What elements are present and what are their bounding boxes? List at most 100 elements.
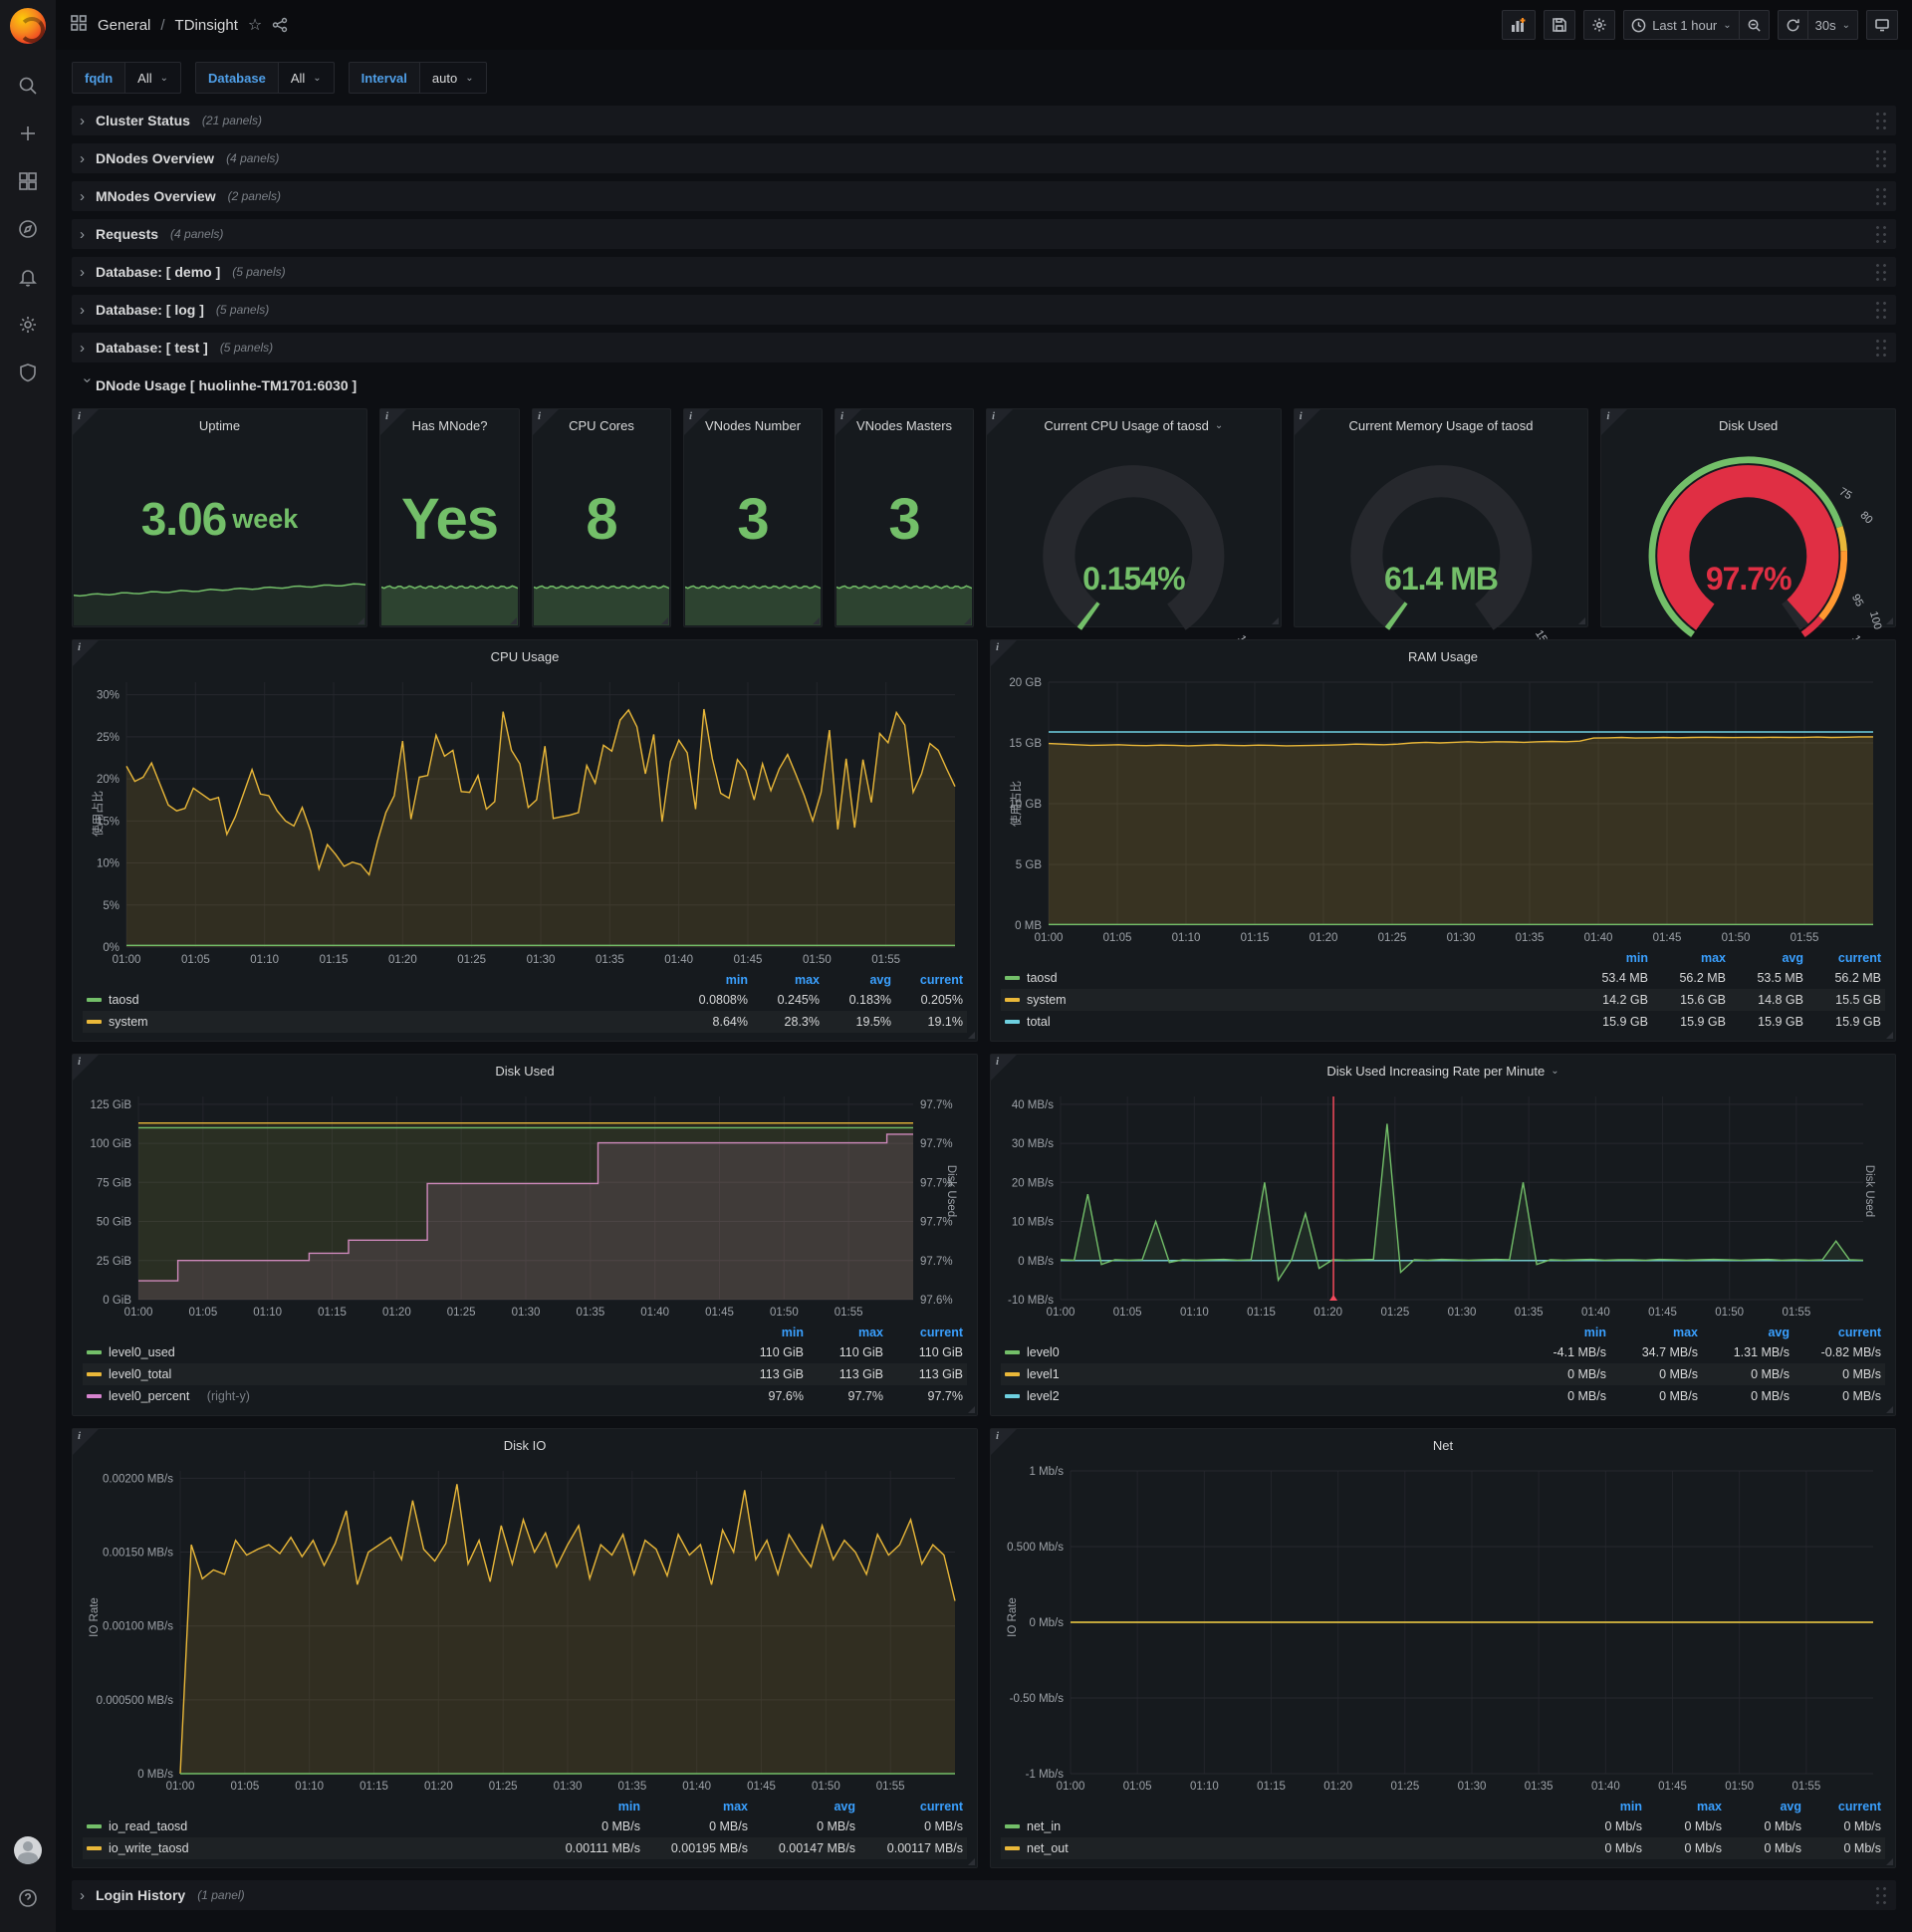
legend-series-name[interactable]: net_in xyxy=(1001,1815,1566,1837)
configuration-gear-icon[interactable] xyxy=(8,305,48,345)
row-drag-handle[interactable] xyxy=(1874,148,1888,168)
series-color-swatch[interactable] xyxy=(87,1394,102,1398)
row-drag-handle[interactable] xyxy=(1874,300,1888,320)
chart-plot[interactable]: Disk Used 01:00 01:05 01:10 01:15 01:20 01:25… xyxy=(79,1087,971,1322)
legend-header[interactable]: min xyxy=(1566,1798,1646,1815)
legend-series-name[interactable]: io_read_taosd xyxy=(83,1815,537,1837)
series-color-swatch[interactable] xyxy=(87,1372,102,1376)
panel-title[interactable]: Disk IO xyxy=(73,1429,977,1461)
legend-series-name[interactable]: system xyxy=(1001,989,1574,1011)
dashboards-icon[interactable] xyxy=(8,161,48,201)
explore-compass-icon[interactable] xyxy=(8,209,48,249)
legend-header[interactable]: current xyxy=(1805,1798,1885,1815)
refresh-interval-picker[interactable]: 30s ⌄ xyxy=(1806,10,1858,40)
refresh-button[interactable] xyxy=(1777,10,1807,40)
breadcrumb-section[interactable]: General xyxy=(98,17,150,34)
chart-plot[interactable]: Disk Used 01:00 01:05 01:10 01:15 01:20 01:25… xyxy=(997,1087,1889,1322)
chart-plot[interactable]: IO Rate 01:00 01:05 01:10 01:15 01:20 01:25 01… xyxy=(79,1461,971,1796)
dashboard-row[interactable]: › Database: [ log ] (5 panels) xyxy=(72,295,1896,325)
alerting-bell-icon[interactable] xyxy=(8,257,48,297)
dashboard-row[interactable]: › Requests (4 panels) xyxy=(72,219,1896,249)
row-drag-handle[interactable] xyxy=(1874,1885,1888,1905)
series-color-swatch[interactable] xyxy=(1005,1846,1020,1850)
panel-title[interactable]: Disk Used xyxy=(1601,409,1895,441)
chart-plot[interactable]: 使用占比 01:00 01:05 01:10 01:15 01:20 01:25 01:30… xyxy=(79,672,971,969)
panel-title[interactable]: RAM Usage xyxy=(991,640,1895,672)
series-color-swatch[interactable] xyxy=(1005,1020,1020,1024)
row-dnode-usage[interactable]: › DNode Usage [ huolinhe-TM1701:6030 ] xyxy=(72,370,1896,400)
cycle-view-mode-button[interactable] xyxy=(1866,10,1898,40)
legend-header[interactable]: max xyxy=(1652,949,1730,967)
series-color-swatch[interactable] xyxy=(87,1846,102,1850)
panel-title[interactable]: Disk Used xyxy=(73,1055,977,1087)
series-color-swatch[interactable] xyxy=(1005,1372,1020,1376)
legend-header[interactable]: current xyxy=(1807,949,1885,967)
star-icon[interactable]: ☆ xyxy=(248,15,262,35)
time-range-picker[interactable]: Last 1 hour ⌄ xyxy=(1623,10,1739,40)
legend-series-name[interactable]: level0_total xyxy=(83,1363,728,1385)
zoom-out-time-button[interactable] xyxy=(1738,10,1770,40)
legend-series-name[interactable]: level0_percent (right-y) xyxy=(83,1385,728,1407)
series-color-swatch[interactable] xyxy=(1005,998,1020,1002)
legend-series-name[interactable]: taosd xyxy=(1001,967,1574,989)
series-color-swatch[interactable] xyxy=(1005,1824,1020,1828)
legend-header[interactable]: min xyxy=(537,1798,644,1815)
series-color-swatch[interactable] xyxy=(1005,1350,1020,1354)
dashboard-settings-button[interactable] xyxy=(1583,10,1616,40)
legend-header[interactable]: max xyxy=(1610,1324,1702,1341)
legend-header[interactable]: current xyxy=(1793,1324,1885,1341)
admin-shield-icon[interactable] xyxy=(8,353,48,392)
series-color-swatch[interactable] xyxy=(87,998,102,1002)
panel-title[interactable]: Net xyxy=(991,1429,1895,1461)
panel-title[interactable]: Has MNode? xyxy=(380,409,519,441)
chart-plot[interactable]: 使用占比 01:00 01:05 01:10 01:15 01:20 01:25 01:30… xyxy=(997,672,1889,947)
legend-series-name[interactable]: level0 xyxy=(1001,1341,1519,1363)
dashboard-row[interactable]: › Cluster Status (21 panels) xyxy=(72,106,1896,135)
legend-header[interactable]: avg xyxy=(1730,949,1807,967)
row-drag-handle[interactable] xyxy=(1874,262,1888,282)
grafana-logo[interactable] xyxy=(10,8,46,44)
legend-series-name[interactable]: taosd xyxy=(83,989,680,1011)
legend-series-name[interactable]: level2 xyxy=(1001,1385,1519,1407)
series-color-swatch[interactable] xyxy=(87,1824,102,1828)
legend-header[interactable]: current xyxy=(887,1324,967,1341)
row-drag-handle[interactable] xyxy=(1874,111,1888,130)
legend-header[interactable]: avg xyxy=(1726,1798,1805,1815)
dashboard-row[interactable]: › DNodes Overview (4 panels) xyxy=(72,143,1896,173)
legend-header[interactable]: max xyxy=(808,1324,887,1341)
breadcrumb-dashboard-title[interactable]: TDinsight xyxy=(175,17,238,34)
legend-header[interactable]: current xyxy=(859,1798,967,1815)
legend-header[interactable]: min xyxy=(1519,1324,1610,1341)
save-dashboard-button[interactable] xyxy=(1544,10,1576,40)
panel-title[interactable]: CPU Cores xyxy=(533,409,670,441)
panel-title[interactable]: Current Memory Usage of taosd xyxy=(1295,409,1588,441)
dashboard-row[interactable]: › MNodes Overview (2 panels) xyxy=(72,181,1896,211)
legend-header[interactable]: avg xyxy=(1702,1324,1793,1341)
panel-title[interactable]: Current CPU Usage of taosd ⌄ xyxy=(987,409,1281,441)
series-color-swatch[interactable] xyxy=(1005,1394,1020,1398)
legend-series-name[interactable]: level0_used xyxy=(83,1341,728,1363)
panel-title[interactable]: Uptime xyxy=(73,409,366,441)
legend-header[interactable]: min xyxy=(728,1324,808,1341)
share-icon[interactable] xyxy=(272,17,288,33)
legend-header[interactable]: avg xyxy=(752,1798,859,1815)
dashboard-row[interactable]: › Login History (1 panel) xyxy=(72,1880,1896,1910)
variable-interval-value[interactable]: auto ⌄ xyxy=(419,62,487,94)
series-color-swatch[interactable] xyxy=(87,1350,102,1354)
variable-database-value[interactable]: All ⌄ xyxy=(278,62,335,94)
row-drag-handle[interactable] xyxy=(1874,186,1888,206)
legend-series-name[interactable]: system xyxy=(83,1011,680,1033)
panel-title[interactable]: CPU Usage xyxy=(73,640,977,672)
dashboard-row[interactable]: › Database: [ test ] (5 panels) xyxy=(72,333,1896,362)
row-drag-handle[interactable] xyxy=(1874,338,1888,358)
series-color-swatch[interactable] xyxy=(1005,976,1020,980)
legend-header[interactable]: avg xyxy=(824,971,895,989)
chart-plot[interactable]: IO Rate 01:00 01:05 01:10 01:15 01:20 01:25 01… xyxy=(997,1461,1889,1796)
legend-header[interactable]: current xyxy=(895,971,967,989)
search-icon[interactable] xyxy=(8,66,48,106)
legend-series-name[interactable]: total xyxy=(1001,1011,1574,1033)
dashboard-row[interactable]: › Database: [ demo ] (5 panels) xyxy=(72,257,1896,287)
add-panel-button[interactable] xyxy=(1502,10,1537,40)
legend-header[interactable]: min xyxy=(680,971,752,989)
legend-header[interactable]: max xyxy=(1646,1798,1726,1815)
